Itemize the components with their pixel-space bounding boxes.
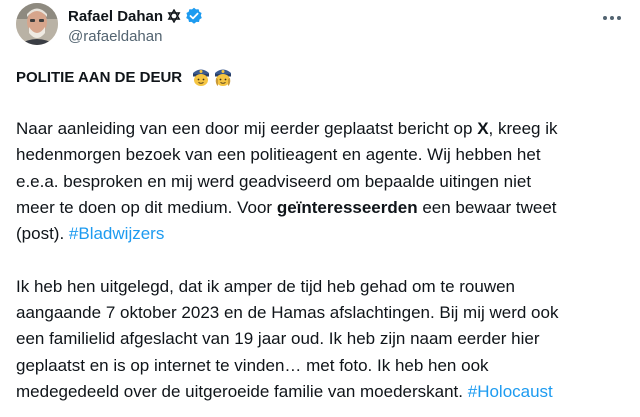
author-handle[interactable]: @rafaeldahan [68,28,162,45]
tweet-line: hedenmorgen bezoek van een politieagent … [16,145,541,165]
tweet-headline: POLITIE AAN DE DEUR [16,66,234,88]
text-span: meer te doen op dit medium. Voor [16,197,277,217]
avatar-photo-icon [16,3,58,45]
text-span: Naar aanleiding van een door mij eerder … [16,119,478,138]
author-name[interactable]: Rafael Dahan [68,8,163,25]
tweet-line: e.e.a. besproken en mij werd geadviseerd… [16,171,532,191]
avatar[interactable] [16,3,58,45]
text-span: , kreeg ik [488,119,558,138]
tweet-line: (post). #Bladwijzers [16,221,628,247]
bold-text: geïnteresseerden [276,197,418,217]
verified-badge-icon[interactable] [185,7,203,25]
tweet-body: Naar aanleiding van een door mij eerder … [16,116,628,405]
more-options-icon [603,16,621,20]
police-officer-icon [193,69,210,86]
bold-text: X [477,119,489,138]
text-span: (post). [16,224,69,244]
tweet-line: Naar aanleiding van een door mij eerder … [16,116,628,142]
text-span: een bewaar tweet [417,197,557,217]
tweet-line: een familielid afgeslacht van 19 jaar ou… [16,329,540,349]
tweet-line: meer te doen op dit medium. Voor geïnter… [16,195,628,221]
tweet-line: geplaatst en is op internet te vinden… m… [16,355,489,375]
hashtag-link[interactable]: #Holocaust [468,382,553,401]
hashtag-link[interactable]: #Bladwijzers [69,224,164,243]
text-span: medegedeeld over de uitgeroeide familie … [16,381,468,401]
police-officer-emojis [190,66,234,88]
more-options-button[interactable] [600,8,624,28]
police-officer-icon [215,69,232,86]
tweet-line: aangaande 7 oktober 2023 en de Hamas afs… [16,303,559,323]
tweet-line: medegedeeld over de uitgeroeide familie … [16,379,628,405]
star-of-david-icon [167,9,181,23]
headline-text: POLITIE AAN DE DEUR [16,68,183,86]
tweet-line: Ik heb hen uitgelegd, dat ik amper de ti… [16,276,516,296]
author-name-row: Rafael Dahan [68,5,203,27]
